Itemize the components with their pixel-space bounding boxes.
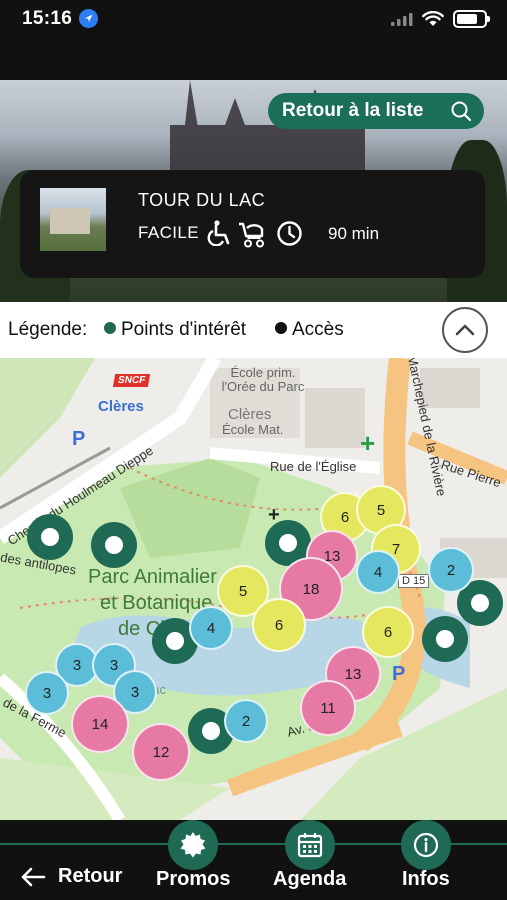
chevron-up-icon	[455, 324, 475, 336]
stroller-icon	[239, 222, 264, 248]
map-label-sncf: SNCF	[112, 374, 151, 387]
back-label: Retour	[58, 865, 123, 887]
map-label-town: Clères	[228, 406, 272, 423]
access-marker[interactable]	[27, 514, 73, 560]
poi-cluster[interactable]: 11	[300, 680, 356, 736]
info-icon	[401, 820, 451, 870]
pharmacy-icon: +	[360, 428, 376, 458]
trail-thumbnail	[40, 188, 106, 251]
location-arrow-icon	[79, 9, 98, 28]
back-to-list-button[interactable]: Retour à la liste	[268, 93, 484, 129]
app-screen: 15:16 Retour à la liste TOUR DU LAC FACI…	[0, 0, 507, 900]
parking-icon-2: P	[392, 663, 406, 685]
legend-label: Légende:	[8, 319, 88, 340]
poi-cluster[interactable]: 12	[132, 723, 190, 781]
trail-duration: 90 min	[328, 224, 380, 243]
battery-icon	[453, 10, 490, 28]
access-marker[interactable]	[422, 616, 468, 662]
back-to-list-label: Retour à la liste	[282, 100, 424, 121]
map-legend: Légende: Points d'intérêt Accès	[0, 302, 507, 358]
promos-label: Promos	[156, 868, 231, 890]
collapse-map-button[interactable]	[442, 307, 488, 353]
arrow-left-icon	[21, 867, 46, 886]
legend-access-dot	[275, 322, 287, 334]
promos-badge-icon	[168, 820, 218, 870]
search-icon	[451, 101, 472, 122]
map-label-school2: École Mat.	[222, 422, 284, 437]
map-road-badge: D 15	[398, 574, 430, 588]
trail-difficulty: FACILE	[138, 223, 199, 242]
infos-label: Infos	[402, 868, 450, 890]
back-button[interactable]: Retour	[20, 865, 122, 888]
calendar-icon	[285, 820, 335, 870]
map-label-school: École prim. l'Orée du Parc	[221, 365, 305, 394]
trail-info-card: TOUR DU LAC FACILE 90 min	[20, 170, 485, 278]
trail-title: TOUR DU LAC	[138, 190, 266, 210]
poi-cluster[interactable]: 6	[362, 606, 414, 658]
poi-cluster[interactable]: 6	[252, 598, 306, 652]
parking-icon: P	[72, 428, 86, 450]
map-label-rue-eglise: Rue de l'Église	[270, 459, 357, 474]
status-icons	[391, 10, 490, 28]
clock-icon	[277, 221, 302, 246]
status-time: 15:16	[22, 8, 73, 29]
access-marker[interactable]	[91, 522, 137, 568]
status-bar: 15:16	[0, 0, 507, 40]
poi-cluster[interactable]: 3	[25, 671, 69, 715]
legend-poi-label: Points d'intérêt	[121, 319, 247, 340]
legend-poi-dot	[104, 322, 116, 334]
poi-cluster[interactable]: 2	[428, 547, 474, 593]
agenda-label: Agenda	[273, 868, 347, 890]
legend-access-label: Accès	[292, 319, 344, 340]
signal-icon	[391, 13, 413, 26]
wheelchair-icon	[207, 220, 230, 246]
poi-cluster[interactable]: 4	[356, 550, 400, 594]
map-label-parc: Parc Animalier	[88, 566, 217, 588]
wifi-icon	[422, 11, 444, 26]
poi-cluster[interactable]: 4	[189, 606, 233, 650]
poi-cluster[interactable]: 2	[224, 699, 268, 743]
trail-map[interactable]: SNCF Clères École prim. l'Orée du Parc C…	[0, 358, 507, 820]
map-label-station: Clères	[98, 398, 144, 415]
bottom-navigation: Retour Promos Agenda Infos	[0, 820, 507, 900]
poi-cluster[interactable]: 14	[71, 695, 129, 753]
